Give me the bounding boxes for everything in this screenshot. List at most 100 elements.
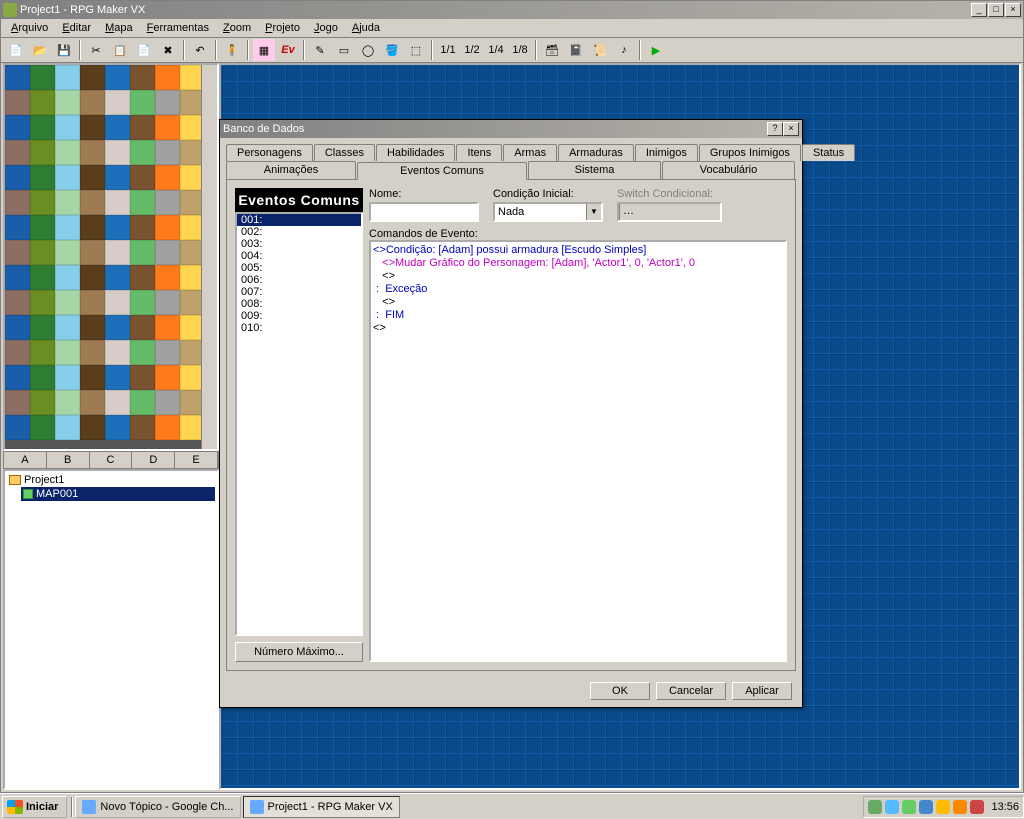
event-item[interactable]: 007: — [237, 286, 361, 298]
script-icon[interactable]: 📜 — [589, 39, 611, 61]
menu-arquivo[interactable]: Arquivo — [5, 21, 54, 35]
minimize-button[interactable]: _ — [971, 3, 987, 17]
undo-icon[interactable]: ↶ — [189, 39, 211, 61]
tray-icon[interactable] — [953, 800, 967, 814]
tab-eventos-comuns[interactable]: Eventos Comuns — [357, 162, 527, 180]
menu-projeto[interactable]: Projeto — [259, 21, 306, 35]
tab-animações[interactable]: Animações — [226, 161, 356, 179]
command-line[interactable]: <> — [373, 296, 783, 309]
tileset-tab-c[interactable]: C — [90, 452, 133, 468]
close-button[interactable]: × — [1005, 3, 1021, 17]
tab-inimigos[interactable]: Inimigos — [635, 144, 698, 161]
tileset-tab-b[interactable]: B — [47, 452, 90, 468]
menu-editar[interactable]: Editar — [56, 21, 97, 35]
main-titlebar[interactable]: Project1 - RPG Maker VX _ □ × — [1, 1, 1023, 19]
map-tree[interactable]: Project1 MAP001 — [3, 469, 219, 790]
pencil-icon[interactable]: ✎ — [309, 39, 331, 61]
event-item[interactable]: 006: — [237, 274, 361, 286]
event-item[interactable]: 003: — [237, 238, 361, 250]
ellipse-icon[interactable]: ◯ — [357, 39, 379, 61]
tab-status[interactable]: Status — [802, 144, 855, 161]
taskbar-task[interactable]: Novo Tópico - Google Ch... — [75, 796, 240, 818]
database-icon[interactable]: 🗃 — [541, 39, 563, 61]
apply-button[interactable]: Aplicar — [732, 682, 792, 700]
dialog-titlebar[interactable]: Banco de Dados ? × — [220, 120, 802, 138]
taskbar-task[interactable]: Project1 - RPG Maker VX — [243, 796, 400, 818]
tab-classes[interactable]: Classes — [314, 144, 375, 161]
tray-icon[interactable] — [885, 800, 899, 814]
tileset-tab-d[interactable]: D — [132, 452, 175, 468]
tab-grupos inimigos[interactable]: Grupos Inimigos — [699, 144, 801, 161]
event-item[interactable]: 009: — [237, 310, 361, 322]
menu-mapa[interactable]: Mapa — [99, 21, 139, 35]
materials-icon[interactable]: 📓 — [565, 39, 587, 61]
zoom-1-1[interactable]: 1/1 — [437, 39, 459, 61]
zoom-1-2[interactable]: 1/2 — [461, 39, 483, 61]
tray-icon[interactable] — [902, 800, 916, 814]
menu-jogo[interactable]: Jogo — [308, 21, 344, 35]
menu-zoom[interactable]: Zoom — [217, 21, 257, 35]
tab-armaduras[interactable]: Armaduras — [558, 144, 634, 161]
zoom-1-8[interactable]: 1/8 — [509, 39, 531, 61]
maximize-button[interactable]: □ — [988, 3, 1004, 17]
zoom-1-4[interactable]: 1/4 — [485, 39, 507, 61]
event-item[interactable]: 005: — [237, 262, 361, 274]
command-list[interactable]: <>Condição: [Adam] possui armadura [Escu… — [369, 240, 787, 662]
playtest-icon[interactable]: ▶ — [645, 39, 667, 61]
open-icon[interactable]: 📂 — [29, 39, 51, 61]
cut-icon[interactable]: ✂ — [85, 39, 107, 61]
dialog-help-button[interactable]: ? — [767, 122, 783, 136]
tray-icon[interactable] — [970, 800, 984, 814]
mode-map-icon[interactable]: 🧍 — [221, 39, 243, 61]
rect-icon[interactable]: ▭ — [333, 39, 355, 61]
tray-icon[interactable] — [919, 800, 933, 814]
delete-icon[interactable]: ✖ — [157, 39, 179, 61]
start-button[interactable]: Iniciar — [2, 796, 67, 818]
new-icon[interactable]: 📄 — [5, 39, 27, 61]
tileset-palette[interactable] — [3, 63, 219, 451]
system-tray[interactable]: 13:56 — [863, 796, 1024, 818]
tab-sistema[interactable]: Sistema — [528, 161, 661, 179]
ok-button[interactable]: OK — [590, 682, 650, 700]
sound-icon[interactable]: ♪ — [613, 39, 635, 61]
event-item[interactable]: 004: — [237, 250, 361, 262]
event-item[interactable]: 008: — [237, 298, 361, 310]
event-item[interactable]: 001: — [237, 214, 361, 226]
event-item[interactable]: 002: — [237, 226, 361, 238]
menu-ajuda[interactable]: Ajuda — [346, 21, 386, 35]
tray-icon[interactable] — [868, 800, 882, 814]
command-line[interactable]: : Exceção — [373, 283, 783, 296]
tileset-scrollbar[interactable] — [201, 65, 217, 449]
select-icon[interactable]: ⬚ — [405, 39, 427, 61]
command-line[interactable]: <> — [373, 270, 783, 283]
max-number-button[interactable]: Número Máximo... — [235, 642, 363, 662]
save-icon[interactable]: 💾 — [53, 39, 75, 61]
chevron-down-icon[interactable]: ▼ — [586, 204, 601, 220]
tree-map[interactable]: MAP001 — [21, 487, 215, 501]
event-icon[interactable]: Ev — [277, 39, 299, 61]
name-input[interactable] — [369, 202, 479, 222]
cancel-button[interactable]: Cancelar — [656, 682, 726, 700]
copy-icon[interactable]: 📋 — [109, 39, 131, 61]
event-item[interactable]: 010: — [237, 322, 361, 334]
tileset-tab-e[interactable]: E — [175, 452, 218, 468]
tray-icon[interactable] — [936, 800, 950, 814]
trigger-select[interactable]: Nada ▼ — [493, 202, 603, 222]
layer-icon[interactable]: ▦ — [253, 39, 275, 61]
event-list[interactable]: 001:002:003:004:005:006:007:008:009:010: — [235, 212, 363, 636]
tab-personagens[interactable]: Personagens — [226, 144, 313, 161]
tab-armas[interactable]: Armas — [503, 144, 557, 161]
tab-habilidades[interactable]: Habilidades — [376, 144, 455, 161]
command-line[interactable]: : FIM — [373, 309, 783, 322]
command-line[interactable]: <> — [373, 322, 783, 335]
command-line[interactable]: <>Condição: [Adam] possui armadura [Escu… — [373, 244, 783, 257]
clock[interactable]: 13:56 — [991, 801, 1019, 813]
dialog-close-button[interactable]: × — [783, 122, 799, 136]
tileset-tab-a[interactable]: A — [4, 452, 47, 468]
fill-icon[interactable]: 🪣 — [381, 39, 403, 61]
command-line[interactable]: <>Mudar Gráfico do Personagem: [Adam], '… — [373, 257, 783, 270]
tab-vocabulário[interactable]: Vocabulário — [662, 161, 795, 179]
paste-icon[interactable]: 📄 — [133, 39, 155, 61]
menu-ferramentas[interactable]: Ferramentas — [141, 21, 215, 35]
tab-itens[interactable]: Itens — [456, 144, 502, 161]
